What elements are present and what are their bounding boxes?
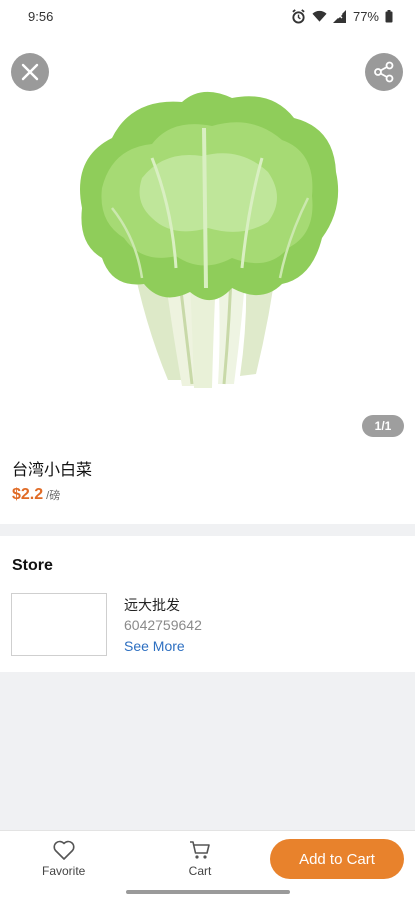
battery-icon [385,9,393,22]
heart-icon [53,840,75,860]
status-time: 9:56 [28,8,54,24]
product-price: $2.2 [12,486,44,503]
favorite-label: Favorite [42,864,86,878]
price-unit: /磅 [46,490,61,502]
home-indicator[interactable] [126,890,290,894]
product-gallery[interactable]: 1/1 [0,32,415,450]
store-phone: 6042759642 [124,617,202,633]
share-button[interactable] [365,53,403,91]
store-section-title: Store [12,557,53,574]
share-icon [374,61,394,83]
bottom-action-bar: Favorite Cart Add to Cart [0,830,415,900]
product-info: 台湾小白菜 $2.2 /磅 [12,456,92,504]
battery-percent: 77% [352,8,379,24]
status-bar: 9:56 77% [0,0,415,32]
store-name[interactable]: 远大批发 [124,595,180,615]
add-to-cart-button[interactable]: Add to Cart [270,839,404,879]
product-title: 台湾小白菜 [12,462,93,479]
cart-button[interactable]: Cart [188,839,212,878]
alarm-icon [292,8,305,24]
image-page-counter: 1/1 [362,415,404,437]
store-logo[interactable] [11,593,107,656]
wifi-icon [312,10,327,22]
store-section: Store 远大批发 6042759642 See More [0,536,415,672]
section-divider [0,524,415,536]
content-background [0,672,415,830]
see-more-link[interactable]: See More [124,638,185,654]
price-row: $2.2 /磅 [12,486,92,504]
close-button[interactable] [11,53,49,91]
signal-icon [332,9,346,23]
close-icon [21,63,39,81]
cart-icon [190,841,210,859]
status-icons: 77% [291,9,393,24]
favorite-button[interactable]: Favorite [42,839,85,878]
product-image [80,91,339,388]
cart-label: Cart [188,864,212,878]
